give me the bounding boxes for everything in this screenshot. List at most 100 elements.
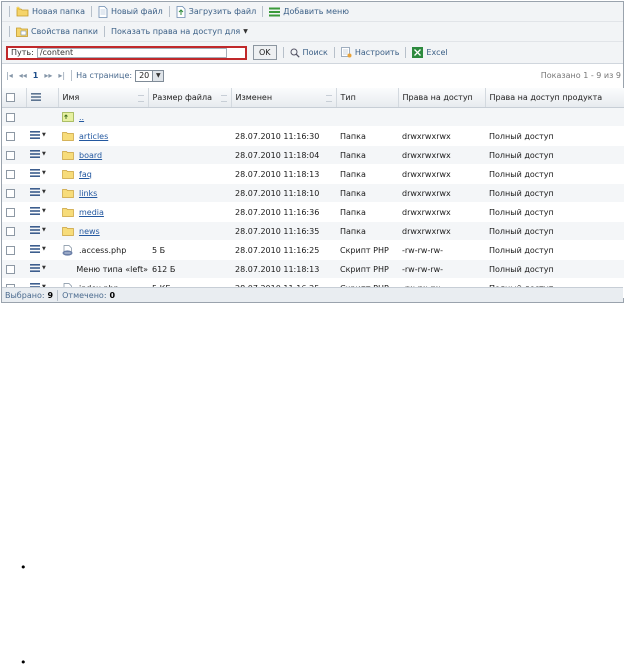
row-type: Папка <box>336 145 398 165</box>
last-page-icon[interactable]: ▸| <box>58 71 65 80</box>
table-row[interactable]: ▼ Меню типа «left» 612 Б 28.07.2010 11:18:1… <box>2 259 624 279</box>
prev-page-icon[interactable]: ◂◂ <box>19 71 27 80</box>
row-size <box>148 221 231 241</box>
folder-icon <box>62 188 76 198</box>
column-modified-label: Изменен <box>235 93 273 102</box>
row-checkbox[interactable] <box>6 150 15 160</box>
configure-label: Настроить <box>354 48 400 57</box>
per-page-select[interactable]: 20 ▼ <box>135 69 165 82</box>
column-name-label: Имя <box>62 93 80 102</box>
table-row[interactable]: ▼ news 28.07.2010 11:16:35 Папка drwxrwxrwx П… <box>2 221 624 241</box>
table-row[interactable]: ▼ articles 28.07.2010 11:16:30 Папка drwxrwx… <box>2 126 624 146</box>
search-label: Поиск <box>302 48 328 57</box>
row-actions-cell: ▼ <box>26 259 58 279</box>
column-header-size[interactable]: Размер файла <box>148 88 232 108</box>
settings-icon <box>341 47 352 58</box>
chevron-down-icon: ▼ <box>42 208 46 214</box>
upload-file-label: Загрузить файл <box>188 7 257 16</box>
row-name[interactable]: board <box>79 151 102 160</box>
show-access-dropdown[interactable]: Показать права на доступ для ▼ <box>109 24 250 40</box>
new-folder-button[interactable]: Новая папка <box>14 4 87 20</box>
row-checkbox[interactable] <box>6 207 15 217</box>
actions-header <box>26 88 59 108</box>
column-header-name[interactable]: Имя <box>58 88 149 108</box>
search-button[interactable]: Поиск <box>288 45 330 61</box>
sort-icon <box>325 95 332 102</box>
row-checkbox-cell <box>2 183 26 203</box>
row-checkbox[interactable] <box>6 226 15 236</box>
list-bullet: • <box>20 561 27 574</box>
new-file-button[interactable]: Новый файл <box>96 4 165 20</box>
add-menu-button[interactable]: Добавить меню <box>267 4 351 20</box>
row-size <box>148 164 231 184</box>
row-name[interactable]: articles <box>79 132 108 141</box>
row-access: -rw-rw-rw- <box>398 259 485 279</box>
row-checkbox[interactable] <box>6 188 15 198</box>
columns-menu-icon[interactable] <box>30 92 41 103</box>
upload-file-button[interactable]: Загрузить файл <box>174 4 258 20</box>
current-page[interactable]: 1 <box>33 71 39 80</box>
configure-button[interactable]: Настроить <box>339 45 402 61</box>
folder-properties-icon <box>16 26 28 37</box>
secondary-toolbar: Свойства папки Показать права на доступ … <box>2 22 623 42</box>
column-header-access[interactable]: Права на доступ <box>398 88 486 108</box>
row-type: Папка <box>336 202 398 222</box>
row-menu-icon[interactable]: ▼ <box>30 150 46 158</box>
row-checkbox[interactable] <box>6 131 15 141</box>
column-header-product-access[interactable]: Права на доступ продукта <box>485 88 624 108</box>
table-row[interactable]: ▼ media 28.07.2010 11:16:36 Папка drwxrwxrwx… <box>2 202 624 222</box>
row-menu-icon[interactable]: ▼ <box>30 207 46 215</box>
row-name[interactable]: links <box>79 189 97 198</box>
row-product-access: Полный доступ <box>485 221 624 241</box>
folder-properties-button[interactable]: Свойства папки <box>14 24 100 40</box>
new-folder-icon <box>16 6 29 17</box>
table-row[interactable]: ▼ board 28.07.2010 11:18:04 Папка drwxrwxrwx… <box>2 145 624 165</box>
row-size: 612 Б <box>148 259 231 279</box>
select-all-header <box>2 88 27 108</box>
row-name-cell: Меню типа «left» <box>58 259 148 279</box>
row-size <box>148 126 231 146</box>
row-menu-icon[interactable]: ▼ <box>30 169 46 177</box>
row-checkbox-cell <box>2 240 26 260</box>
row-name[interactable]: media <box>79 208 104 217</box>
row-modified: 28.07.2010 11:16:30 <box>231 126 336 146</box>
row-menu-icon[interactable]: ▼ <box>30 131 46 139</box>
column-access-label: Права на доступ <box>402 93 473 102</box>
row-menu-icon[interactable]: ▼ <box>30 226 46 234</box>
row-checkbox[interactable] <box>6 264 15 274</box>
column-header-modified[interactable]: Изменен <box>231 88 337 108</box>
row-menu-icon[interactable]: ▼ <box>30 188 46 196</box>
table-row[interactable]: ▼ links 28.07.2010 11:18:10 Папка drwxrwxrwx… <box>2 183 624 203</box>
path-input[interactable] <box>36 47 227 58</box>
select-all-checkbox[interactable] <box>6 93 15 102</box>
row-access: drwxrwxrwx <box>398 202 485 222</box>
add-menu-label: Добавить меню <box>283 7 349 16</box>
next-page-icon[interactable]: ▸▸ <box>44 71 52 80</box>
table-row-up[interactable]: .. <box>2 107 624 127</box>
row-name[interactable]: news <box>79 227 100 236</box>
chevron-down-icon: ▼ <box>152 70 164 81</box>
toolbar-separator <box>282 47 284 58</box>
new-folder-label: Новая папка <box>32 7 85 16</box>
folder-icon <box>62 207 76 217</box>
row-name: .access.php <box>79 245 127 255</box>
column-header-type[interactable]: Тип <box>336 88 399 108</box>
ok-button[interactable]: OK <box>253 45 277 60</box>
up-link[interactable]: .. <box>79 113 84 122</box>
upload-icon <box>176 5 186 18</box>
menu-list-icon <box>269 7 281 17</box>
row-actions-cell <box>26 107 58 127</box>
row-menu-icon[interactable]: ▼ <box>30 264 46 272</box>
row-menu-icon[interactable]: ▼ <box>30 245 46 253</box>
toolbar-separator <box>168 6 170 17</box>
row-checkbox[interactable] <box>6 245 15 255</box>
first-page-icon[interactable]: |◂ <box>6 71 13 80</box>
table-row[interactable]: ▼ faq 28.07.2010 11:18:13 Папка drwxrwxrwx По… <box>2 164 624 184</box>
row-name: Меню типа «left» <box>76 264 148 274</box>
excel-button[interactable]: Excel <box>410 45 449 61</box>
row-name[interactable]: faq <box>79 170 92 179</box>
row-checkbox[interactable] <box>6 169 15 179</box>
table-row[interactable]: ▼ .access.php 5 Б 28.07.2010 11:16:25 Скрипт… <box>2 240 624 260</box>
chevron-down-icon: ▼ <box>42 151 46 157</box>
row-checkbox[interactable] <box>6 112 15 122</box>
